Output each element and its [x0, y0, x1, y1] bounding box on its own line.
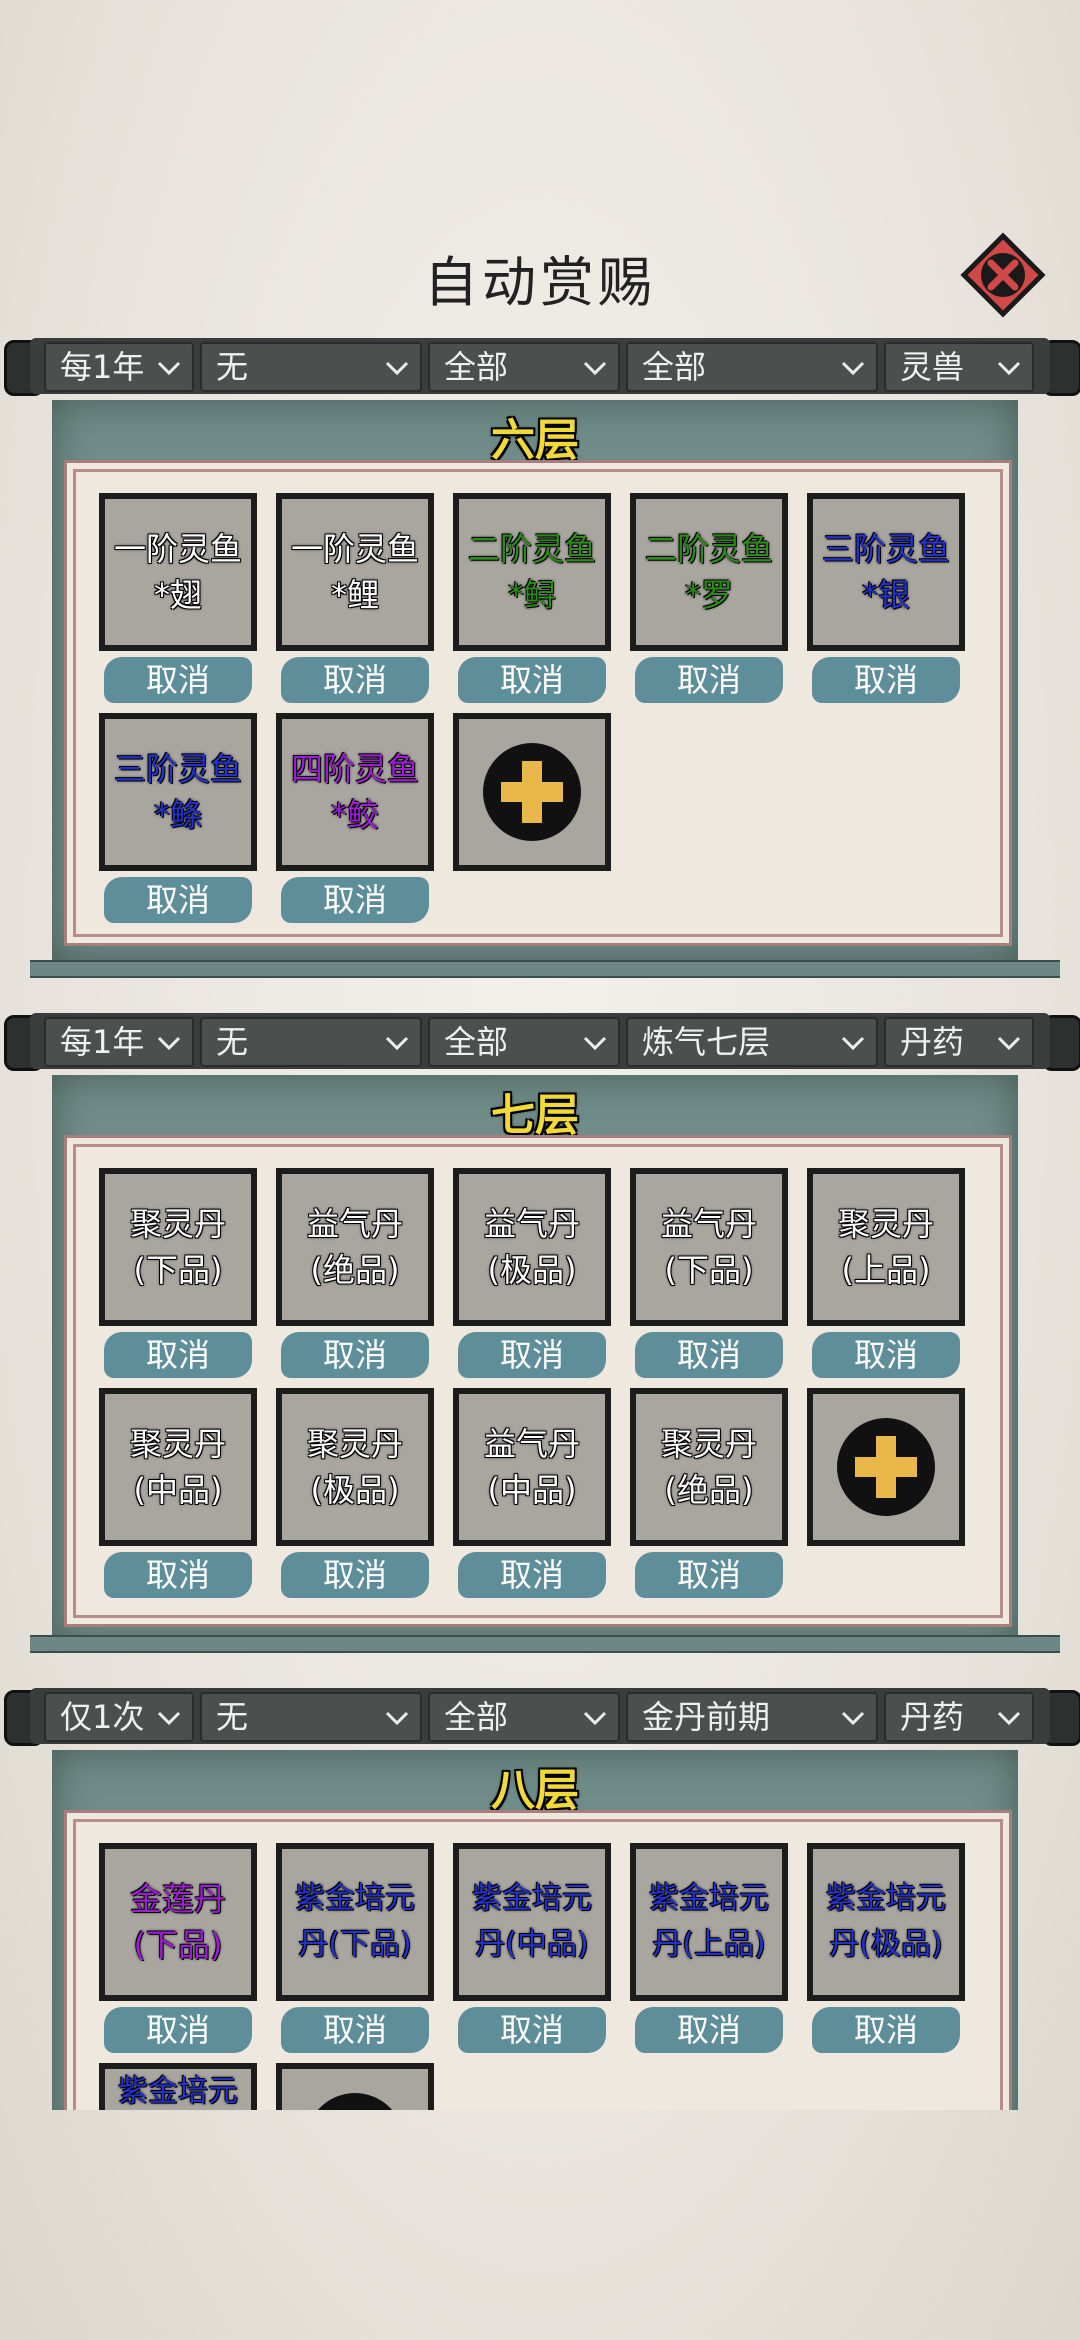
chevron-down-icon — [583, 361, 607, 376]
chevron-down-icon — [583, 1036, 607, 1051]
realm-dropdown[interactable]: 全部 — [626, 342, 878, 392]
reward-item[interactable]: 聚灵丹 (极品) — [276, 1388, 434, 1546]
cancel-button[interactable]: 取消 — [104, 1552, 252, 1598]
chevron-down-icon — [997, 1711, 1021, 1726]
cancel-button[interactable]: 取消 — [635, 657, 783, 703]
chevron-down-icon — [583, 1711, 607, 1726]
reward-item[interactable]: 三阶灵鱼 *鲦 — [99, 713, 257, 871]
add-item-button[interactable] — [453, 713, 611, 871]
reward-item[interactable]: 聚灵丹 (下品) — [99, 1168, 257, 1326]
reward-item[interactable]: 金莲丹 (下品) — [99, 1843, 257, 2001]
cancel-button[interactable]: 取消 — [812, 657, 960, 703]
chevron-down-icon — [157, 1711, 181, 1726]
cancel-button[interactable]: 取消 — [635, 2007, 783, 2053]
item-grid: 聚灵丹 (下品) 益气丹 (绝品) 益气丹 (极品) 益气丹 (下品) 聚灵丹 (上品) … — [64, 1135, 1012, 1627]
cancel-button[interactable]: 取消 — [104, 2007, 252, 2053]
reward-item[interactable]: 一阶灵鱼 *翅 — [99, 493, 257, 651]
frequency-dropdown[interactable]: 每1年 — [44, 1017, 194, 1067]
chevron-down-icon — [157, 361, 181, 376]
cancel-button[interactable]: 取消 — [458, 1552, 606, 1598]
chevron-down-icon — [385, 1711, 409, 1726]
chevron-down-icon — [997, 361, 1021, 376]
cancel-button[interactable]: 取消 — [635, 1552, 783, 1598]
cancel-button[interactable]: 取消 — [458, 1332, 606, 1378]
chevron-down-icon — [385, 1036, 409, 1051]
reward-panel: 七层 聚灵丹 (下品) 益气丹 (绝品) 益气丹 (极品) 益气丹 (下品) 聚灵丹 (上… — [52, 1075, 1018, 1645]
cancel-button[interactable]: 取消 — [458, 657, 606, 703]
page-title: 自动赏赐 — [424, 251, 656, 314]
frequency-dropdown[interactable]: 每1年 — [44, 342, 194, 392]
cancel-button[interactable]: 取消 — [281, 877, 429, 923]
cancel-button[interactable]: 取消 — [635, 1332, 783, 1378]
reward-item[interactable]: 紫金培元 丹(下品) — [276, 1843, 434, 2001]
plus-icon — [483, 743, 581, 841]
scroll-bottom-rod — [30, 1635, 1060, 1653]
cancel-button[interactable]: 取消 — [281, 1332, 429, 1378]
realm-dropdown[interactable]: 炼气七层 — [626, 1017, 878, 1067]
reward-item[interactable]: 紫金培元 — [99, 2063, 257, 2110]
reward-item[interactable]: 聚灵丹 (中品) — [99, 1388, 257, 1546]
category-dropdown[interactable]: 丹药 — [884, 1692, 1034, 1742]
cancel-button[interactable]: 取消 — [104, 1332, 252, 1378]
reward-item[interactable]: 益气丹 (下品) — [630, 1168, 788, 1326]
layer-title: 八层 — [491, 1765, 579, 1816]
filter-bar: 每1年 无 全部 全部 灵兽 — [0, 330, 1080, 400]
category-dropdown[interactable]: 灵兽 — [884, 342, 1034, 392]
scroll-bottom-rod — [30, 960, 1060, 978]
frequency-dropdown[interactable]: 仅1次 — [44, 1692, 194, 1742]
reward-item[interactable]: 聚灵丹 (上品) — [807, 1168, 965, 1326]
cancel-button[interactable]: 取消 — [104, 877, 252, 923]
plus-icon — [317, 2093, 393, 2110]
reward-item[interactable]: 三阶灵鱼 *银 — [807, 493, 965, 651]
reward-item[interactable]: 益气丹 (极品) — [453, 1168, 611, 1326]
reward-item[interactable]: 紫金培元 丹(中品) — [453, 1843, 611, 2001]
item-grid: 金莲丹 (下品) 紫金培元 丹(下品) 紫金培元 丹(中品) 紫金培元 丹(上品) 紫金… — [64, 1810, 1012, 2110]
cancel-button[interactable]: 取消 — [281, 657, 429, 703]
reward-panel: 八层 金莲丹 (下品) 紫金培元 丹(下品) 紫金培元 丹(中品) 紫金培元 丹(上品)… — [52, 1750, 1018, 2110]
scope-dropdown[interactable]: 全部 — [428, 342, 620, 392]
condition-dropdown[interactable]: 无 — [200, 1017, 422, 1067]
add-item-button[interactable] — [807, 1388, 965, 1546]
scope-dropdown[interactable]: 全部 — [428, 1692, 620, 1742]
filter-bar: 仅1次 无 全部 金丹前期 丹药 — [0, 1680, 1080, 1750]
plus-icon — [837, 1418, 935, 1516]
close-x-icon — [960, 232, 1046, 318]
reward-section-3: 仅1次 无 全部 金丹前期 丹药 八层 金莲丹 (下品) 紫金培元 丹(下品) 紫金… — [0, 1680, 1080, 2110]
reward-item[interactable]: 紫金培元 丹(极品) — [807, 1843, 965, 2001]
reward-item[interactable]: 紫金培元 丹(上品) — [630, 1843, 788, 2001]
scope-dropdown[interactable]: 全部 — [428, 1017, 620, 1067]
layer-title: 六层 — [491, 415, 579, 466]
cancel-button[interactable]: 取消 — [104, 657, 252, 703]
category-dropdown[interactable]: 丹药 — [884, 1017, 1034, 1067]
reward-item[interactable]: 二阶灵鱼 *罗 — [630, 493, 788, 651]
reward-item[interactable]: 聚灵丹 (绝品) — [630, 1388, 788, 1546]
cancel-button[interactable]: 取消 — [812, 1332, 960, 1378]
cancel-button[interactable]: 取消 — [458, 2007, 606, 2053]
chevron-down-icon — [997, 1036, 1021, 1051]
reward-panel: 六层 一阶灵鱼 *翅 一阶灵鱼 *鲤 二阶灵鱼 *鲟 二阶灵鱼 *罗 三阶灵鱼 *银 取消… — [52, 400, 1018, 960]
cancel-button[interactable]: 取消 — [281, 1552, 429, 1598]
chevron-down-icon — [385, 361, 409, 376]
chevron-down-icon — [841, 1711, 865, 1726]
reward-item[interactable]: 一阶灵鱼 *鲤 — [276, 493, 434, 651]
chevron-down-icon — [157, 1036, 181, 1051]
chevron-down-icon — [841, 1036, 865, 1051]
filter-bar: 每1年 无 全部 炼气七层 丹药 — [0, 1005, 1080, 1075]
reward-item[interactable]: 益气丹 (绝品) — [276, 1168, 434, 1326]
layer-title: 七层 — [491, 1090, 579, 1141]
condition-dropdown[interactable]: 无 — [200, 1692, 422, 1742]
item-grid: 一阶灵鱼 *翅 一阶灵鱼 *鲤 二阶灵鱼 *鲟 二阶灵鱼 *罗 三阶灵鱼 *银 取消 取消… — [64, 460, 1012, 946]
realm-dropdown[interactable]: 金丹前期 — [626, 1692, 878, 1742]
reward-item[interactable]: 二阶灵鱼 *鲟 — [453, 493, 611, 651]
chevron-down-icon — [841, 361, 865, 376]
reward-item[interactable]: 四阶灵鱼 *鲛 — [276, 713, 434, 871]
cancel-button[interactable]: 取消 — [281, 2007, 429, 2053]
condition-dropdown[interactable]: 无 — [200, 342, 422, 392]
cancel-button[interactable]: 取消 — [812, 2007, 960, 2053]
add-item-button[interactable] — [276, 2063, 434, 2110]
close-button[interactable] — [960, 232, 1046, 318]
reward-item[interactable]: 益气丹 (中品) — [453, 1388, 611, 1546]
